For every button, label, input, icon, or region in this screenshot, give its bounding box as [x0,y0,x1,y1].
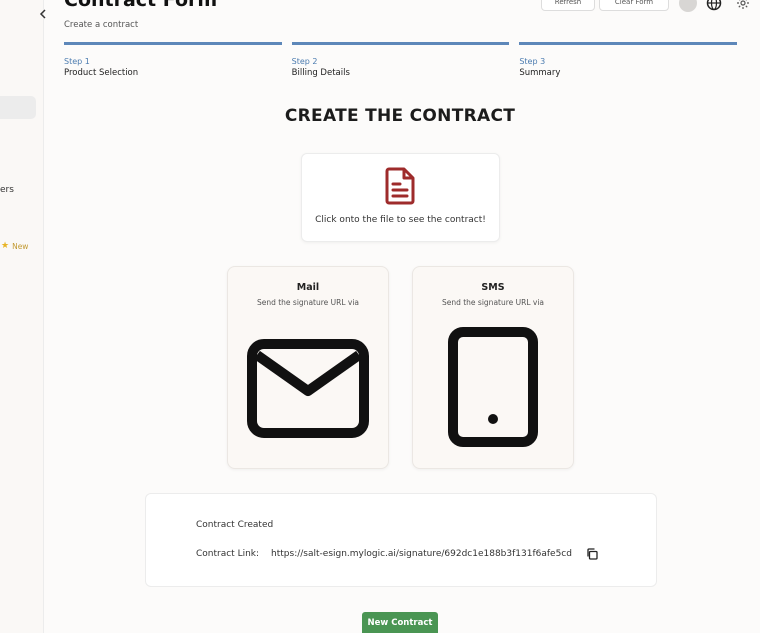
step-label: Summary [519,68,561,78]
contract-link-row: Contract Link: https://salt-esign.mylogi… [196,548,598,560]
document-icon[interactable] [384,167,416,205]
contract-status: Contract Created [196,520,274,530]
section-title: CREATE THE CONTRACT [284,106,516,126]
mail-subtitle: Send the signature URL via [256,298,360,307]
step-2[interactable]: Step 2 Billing Details [291,42,510,79]
page-subtitle: Create a contract [64,20,139,30]
settings-icon[interactable] [734,0,752,12]
step-1[interactable]: Step 1 Product Selection [64,42,282,79]
send-via-sms-card[interactable]: SMS Send the signature URL via [412,266,574,469]
sidebar-item-label[interactable]: ers [0,185,14,195]
contract-link-url[interactable]: https://salt-esign.mylogic.ai/signature/… [271,549,572,559]
user-avatar[interactable] [679,0,697,12]
page-title: Contract Form [64,0,218,11]
new-badge-label: New [12,241,29,251]
new-contract-button[interactable]: New Contract [362,612,438,633]
sms-subtitle: Send the signature URL via [441,298,545,307]
step-3[interactable]: Step 3 Summary [519,42,738,79]
sidebar: ers ★ New [0,0,44,633]
main-content: Contract Form Create a contract Refresh … [44,0,760,633]
file-card-text: Click onto the file to see the contract! [315,215,486,225]
phone-icon [448,327,538,447]
sms-title: SMS [481,282,505,293]
star-icon: ★ [1,241,10,251]
send-via-mail-card[interactable]: Mail Send the signature URL via [227,266,389,469]
step-label: Product Selection [64,68,139,78]
mail-title: Mail [296,282,320,293]
sidebar-new-badge[interactable]: ★ New [1,241,28,251]
mail-icon [247,339,369,438]
sidebar-item-active[interactable] [0,96,36,119]
globe-icon[interactable] [705,0,723,12]
step-label: Billing Details [291,68,350,78]
stepper: Step 1 Product Selection Step 2 Billing … [64,42,738,79]
contract-result-card: Contract Created Contract Link: https://… [145,493,657,587]
refresh-button[interactable]: Refresh [541,0,595,11]
step-number: Step 3 [519,57,546,66]
step-number: Step 1 [64,57,90,66]
copy-icon[interactable] [586,548,598,560]
contract-file-card[interactable]: Click onto the file to see the contract! [301,153,500,242]
contract-link-label: Contract Link: [196,549,260,559]
step-number: Step 2 [291,57,318,66]
clear-form-button[interactable]: Clear Form [599,0,669,11]
